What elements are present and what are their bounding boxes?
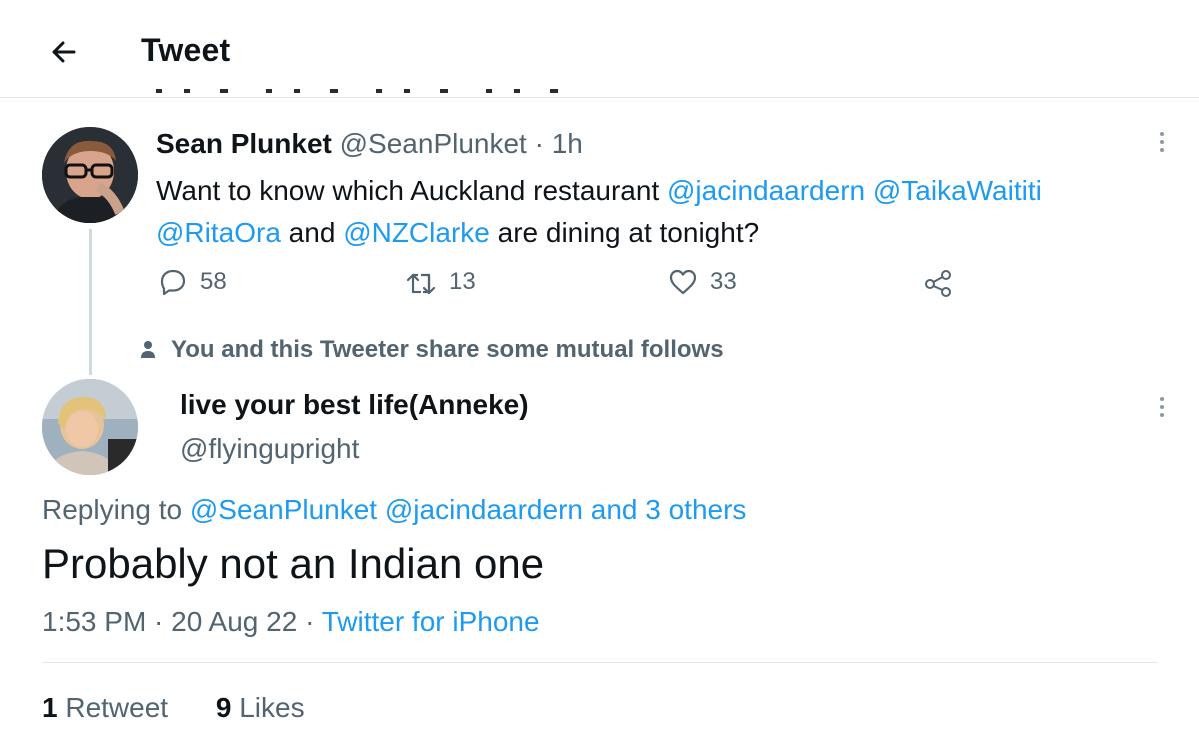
avatar[interactable] [42, 379, 138, 475]
more-options-button[interactable] [1152, 128, 1172, 158]
mention-link[interactable]: @TaikaWaititi [873, 175, 1042, 206]
replying-prefix: Replying to [42, 494, 190, 525]
author-handle[interactable]: @flyingupright [180, 433, 359, 465]
tweet-text-segment: are dining at tonight? [489, 217, 760, 248]
tweet-source[interactable]: Twitter for iPhone [322, 606, 540, 637]
reply-icon [160, 269, 186, 296]
share-button[interactable] [922, 264, 954, 300]
retweet-count: 13 [449, 268, 476, 295]
separator-dot: · [297, 606, 322, 637]
page-title: Tweet [141, 32, 231, 68]
top-bar: Tweet [0, 0, 1199, 98]
person-icon [141, 341, 155, 358]
share-icon [925, 270, 951, 297]
more-icon [1152, 132, 1172, 152]
mention-link[interactable]: @SeanPlunket [190, 494, 377, 525]
reply-button[interactable]: 58 [158, 264, 227, 300]
mention-link[interactable]: @jacindaardern [667, 175, 865, 206]
others-link[interactable]: and 3 others [591, 494, 747, 525]
tweet-date[interactable]: 20 Aug 22 [171, 606, 297, 637]
tweet-time[interactable]: 1h [552, 128, 583, 159]
retweet-icon [406, 273, 436, 295]
thread-connector-line [89, 229, 92, 375]
mention-link[interactable]: @RitaOra [156, 217, 281, 248]
tweet-text-segment: and [280, 217, 344, 248]
author-handle[interactable]: @SeanPlunket [340, 128, 527, 159]
mutual-follows-text: You and this Tweeter share some mutual f… [171, 336, 724, 363]
like-count: 33 [710, 268, 737, 295]
tweet-text-segment: Want to know which Auckland restaurant [156, 175, 667, 206]
engagement-stats: 1 Retweet 9 Likes [42, 692, 345, 724]
separator-dot: · [526, 128, 552, 159]
back-arrow-icon [52, 41, 76, 63]
mention-link[interactable]: @NZClarke [343, 217, 490, 248]
tweet-text: Want to know which Auckland restaurant @… [156, 170, 1166, 254]
divider [42, 662, 1158, 663]
reply-count: 58 [200, 268, 227, 295]
main-tweet-text: Probably not an Indian one [42, 540, 545, 587]
tweet-timestamp[interactable]: 1:53 PM [42, 606, 146, 637]
mention-link[interactable]: @jacindaardern [385, 494, 583, 525]
clipped-text-fragment [156, 88, 586, 100]
likes-stat[interactable]: 9 Likes [216, 692, 305, 723]
retweets-label: Retweet [65, 692, 169, 723]
tweet-author-row: Sean Plunket @SeanPlunket · 1h [156, 128, 583, 160]
like-button[interactable]: 33 [668, 264, 737, 300]
author-name[interactable]: live your best life(Anneke) [180, 389, 529, 421]
retweet-button[interactable]: 13 [405, 264, 476, 300]
tweet-meta: 1:53 PM · 20 Aug 22 · Twitter for iPhone [42, 606, 540, 638]
mutual-follows-notice: You and this Tweeter share some mutual f… [141, 334, 724, 366]
avatar[interactable] [42, 127, 138, 223]
retweets-stat[interactable]: 1 Retweet [42, 692, 168, 723]
likes-label: Likes [239, 692, 305, 723]
author-name[interactable]: Sean Plunket [156, 128, 332, 159]
more-icon [1152, 397, 1172, 417]
back-button[interactable] [44, 32, 84, 72]
likes-count: 9 [215, 692, 232, 723]
more-options-button[interactable] [1152, 393, 1172, 423]
replying-to-line: Replying to @SeanPlunket @jacindaardern … [42, 494, 746, 526]
like-icon [669, 269, 697, 295]
retweets-count: 1 [42, 692, 58, 723]
separator-dot: · [146, 606, 172, 637]
